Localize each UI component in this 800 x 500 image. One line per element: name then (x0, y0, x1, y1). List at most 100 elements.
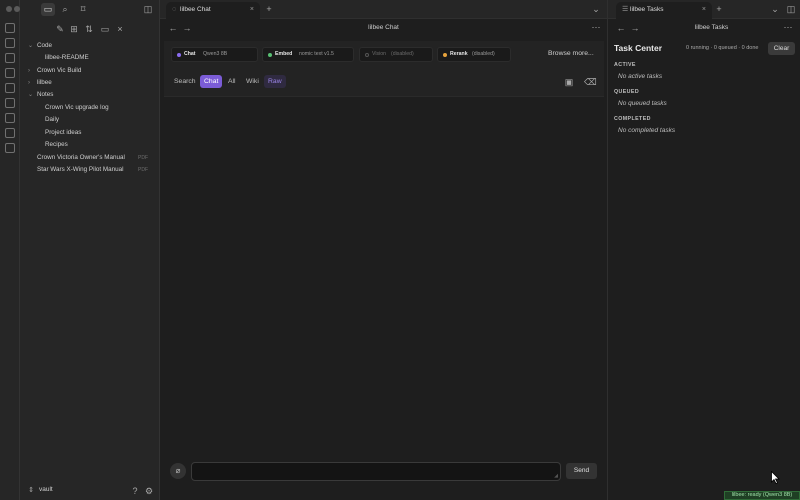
graph-icon[interactable] (5, 38, 15, 48)
mouse-cursor-icon (771, 471, 780, 484)
canvas-icon[interactable] (5, 53, 15, 63)
embed-model-pill[interactable]: Embed nomic text v1.5 (262, 47, 354, 62)
tree-folder-code[interactable]: ⌄ Code (20, 40, 160, 52)
mode-search[interactable]: Search (170, 75, 200, 88)
task-center-title: Task Center (614, 43, 663, 53)
more-options-icon[interactable]: ⋯ (783, 22, 793, 32)
folder-icon[interactable]: ▭ (41, 3, 55, 16)
pill-value: (disabled) (472, 51, 495, 57)
chat-messages (164, 97, 604, 455)
tree-folder-notes[interactable]: ⌄ Notes (20, 89, 160, 101)
empty-queued-tasks: No queued tasks (618, 100, 667, 107)
pill-value: Qwen3 8B (203, 51, 228, 57)
sidebar-toolbar: ▭ ⌕ ⌑ ◫ ✎ ⊞ ⇅ ▭ × (20, 0, 160, 34)
calendar-icon[interactable] (5, 68, 15, 78)
file-explorer: ▭ ⌕ ⌑ ◫ ✎ ⊞ ⇅ ▭ × ⌄ Code lilbee-README ›… (20, 0, 160, 500)
tree-file-crown-victoria-manual[interactable]: Crown Victoria Owner's Manual PDF (20, 152, 160, 164)
vault-switcher[interactable]: ⇕ vault ? ⚙ (20, 484, 160, 498)
tree-label: Project ideas (45, 129, 82, 136)
vision-model-pill[interactable]: Vision (disabled) (359, 47, 433, 62)
chat-bubble-icon: ◌ (172, 6, 177, 13)
eraser-icon[interactable]: ⌫ (584, 77, 597, 87)
tree-label: Crown Vic Build (37, 67, 82, 74)
vision-status-dot (365, 53, 369, 57)
attach-paperclip-icon[interactable]: ⌀ (170, 463, 186, 479)
tab-label: lilbee Chat (180, 6, 211, 13)
tree-file-crown-vic-upgrade-log[interactable]: Crown Vic upgrade log (20, 102, 160, 114)
terminal-icon[interactable] (5, 98, 15, 108)
resize-handle-icon[interactable]: ◢ (554, 473, 558, 479)
collapse-view-icon[interactable]: ▭ (100, 24, 110, 34)
tree-file-xwing-manual[interactable]: Star Wars X-Wing Pilot Manual PDF (20, 164, 160, 176)
tree-label: Notes (37, 91, 54, 98)
tree-file-daily[interactable]: Daily (20, 114, 160, 126)
ribbon (0, 0, 20, 500)
left-tab-strip: ◌ lilbee Chat × + ⌄ (160, 0, 607, 19)
chevron-down-icon: ⌄ (28, 92, 34, 98)
save-icon[interactable]: ▣ (564, 77, 574, 87)
chat-view-header: ← → lilbee Chat ⋯ (160, 19, 607, 36)
mode-all[interactable]: All (224, 75, 240, 88)
search-icon[interactable]: ⌕ (60, 4, 70, 14)
tasks-view-header: ← → lilbee Tasks ⋯ (607, 19, 800, 36)
mode-wiki[interactable]: Wiki (242, 75, 263, 88)
close-tab-icon[interactable]: × (702, 2, 706, 18)
chat-model-pill[interactable]: Chat Qwen3 8B (171, 47, 258, 62)
browse-more-link[interactable]: Browse more... (548, 50, 594, 57)
lilbee-status-badge[interactable]: lilbee: ready (Qwen3 8B) (724, 491, 800, 500)
chat-composer: ⌀ ◢ Send (164, 456, 604, 486)
new-tab-icon[interactable]: + (714, 4, 724, 14)
new-folder-icon[interactable]: ⊞ (69, 24, 79, 34)
vault-switch-icon: ⇕ (28, 487, 34, 494)
tab-list-chevron-icon[interactable]: ⌄ (770, 4, 780, 14)
view-title: lilbee Tasks (694, 24, 729, 31)
new-tab-icon[interactable]: + (264, 4, 274, 14)
tree-file-recipes[interactable]: Recipes (20, 139, 160, 151)
tab-lilbee-chat[interactable]: ◌ lilbee Chat × (166, 2, 260, 19)
mode-raw[interactable]: Raw (264, 75, 286, 88)
close-tab-icon[interactable]: × (250, 2, 254, 18)
pill-key: Vision (372, 51, 387, 57)
right-sidebar-toggle-icon[interactable]: ◫ (786, 4, 796, 14)
copy-icon[interactable] (5, 83, 15, 93)
help-icon[interactable]: ? (130, 486, 140, 496)
sidebar-toggle-icon[interactable]: ◫ (143, 4, 153, 14)
blocks-icon[interactable] (5, 113, 15, 123)
sort-icon[interactable]: ⇅ (84, 24, 94, 34)
clear-tasks-button[interactable]: Clear (768, 42, 795, 55)
empty-completed-tasks: No completed tasks (618, 127, 676, 134)
pill-key: Chat (184, 51, 196, 57)
close-window-button[interactable] (6, 6, 12, 12)
settings-gear-icon[interactable]: ⚙ (144, 486, 154, 496)
chat-bubbles-icon[interactable] (5, 128, 15, 138)
tree-folder-crown-vic-build[interactable]: › Crown Vic Build (20, 65, 160, 77)
checklist-icon[interactable] (5, 143, 15, 153)
tree-label: Recipes (45, 141, 68, 148)
section-heading-queued: QUEUED (614, 89, 640, 95)
new-note-icon[interactable]: ✎ (55, 24, 65, 34)
chevron-down-icon: ⌄ (28, 43, 34, 49)
tree-folder-lilbee[interactable]: › lilbee (20, 77, 160, 89)
tab-lilbee-tasks[interactable]: ☰ lilbee Tasks × (616, 2, 712, 19)
tree-file-lilbee-readme[interactable]: lilbee-README (20, 52, 160, 64)
tab-label: lilbee Tasks (630, 6, 664, 13)
more-options-icon[interactable]: ⋯ (591, 22, 601, 32)
right-tab-strip: ☰ lilbee Tasks × + ⌄ ◫ (607, 0, 800, 19)
tree-file-project-ideas[interactable]: Project ideas (20, 127, 160, 139)
tab-list-chevron-icon[interactable]: ⌄ (591, 4, 601, 14)
tasks-icon: ☰ (622, 6, 629, 13)
collapse-all-icon[interactable]: × (115, 24, 125, 34)
model-selector-bar: Chat Qwen3 8B Embed nomic text v1.5 Visi… (164, 41, 604, 67)
chevron-right-icon: › (28, 68, 30, 74)
send-button[interactable]: Send (566, 463, 597, 479)
mode-bar: Search Chat All Wiki Raw ▣ ⌫ (164, 67, 604, 97)
mode-chat[interactable]: Chat (200, 75, 223, 88)
bookmark-icon[interactable]: ⌑ (78, 4, 88, 14)
pane-divider[interactable] (607, 36, 608, 500)
files-icon[interactable] (5, 23, 15, 33)
task-counts: 0 running · 0 queued · 0 done (686, 45, 759, 51)
chat-input[interactable]: ◢ (191, 462, 561, 481)
section-heading-completed: COMPLETED (614, 116, 651, 122)
rerank-model-pill[interactable]: Rerank (disabled) (437, 47, 511, 62)
tree-label: Star Wars X-Wing Pilot Manual (37, 166, 124, 173)
